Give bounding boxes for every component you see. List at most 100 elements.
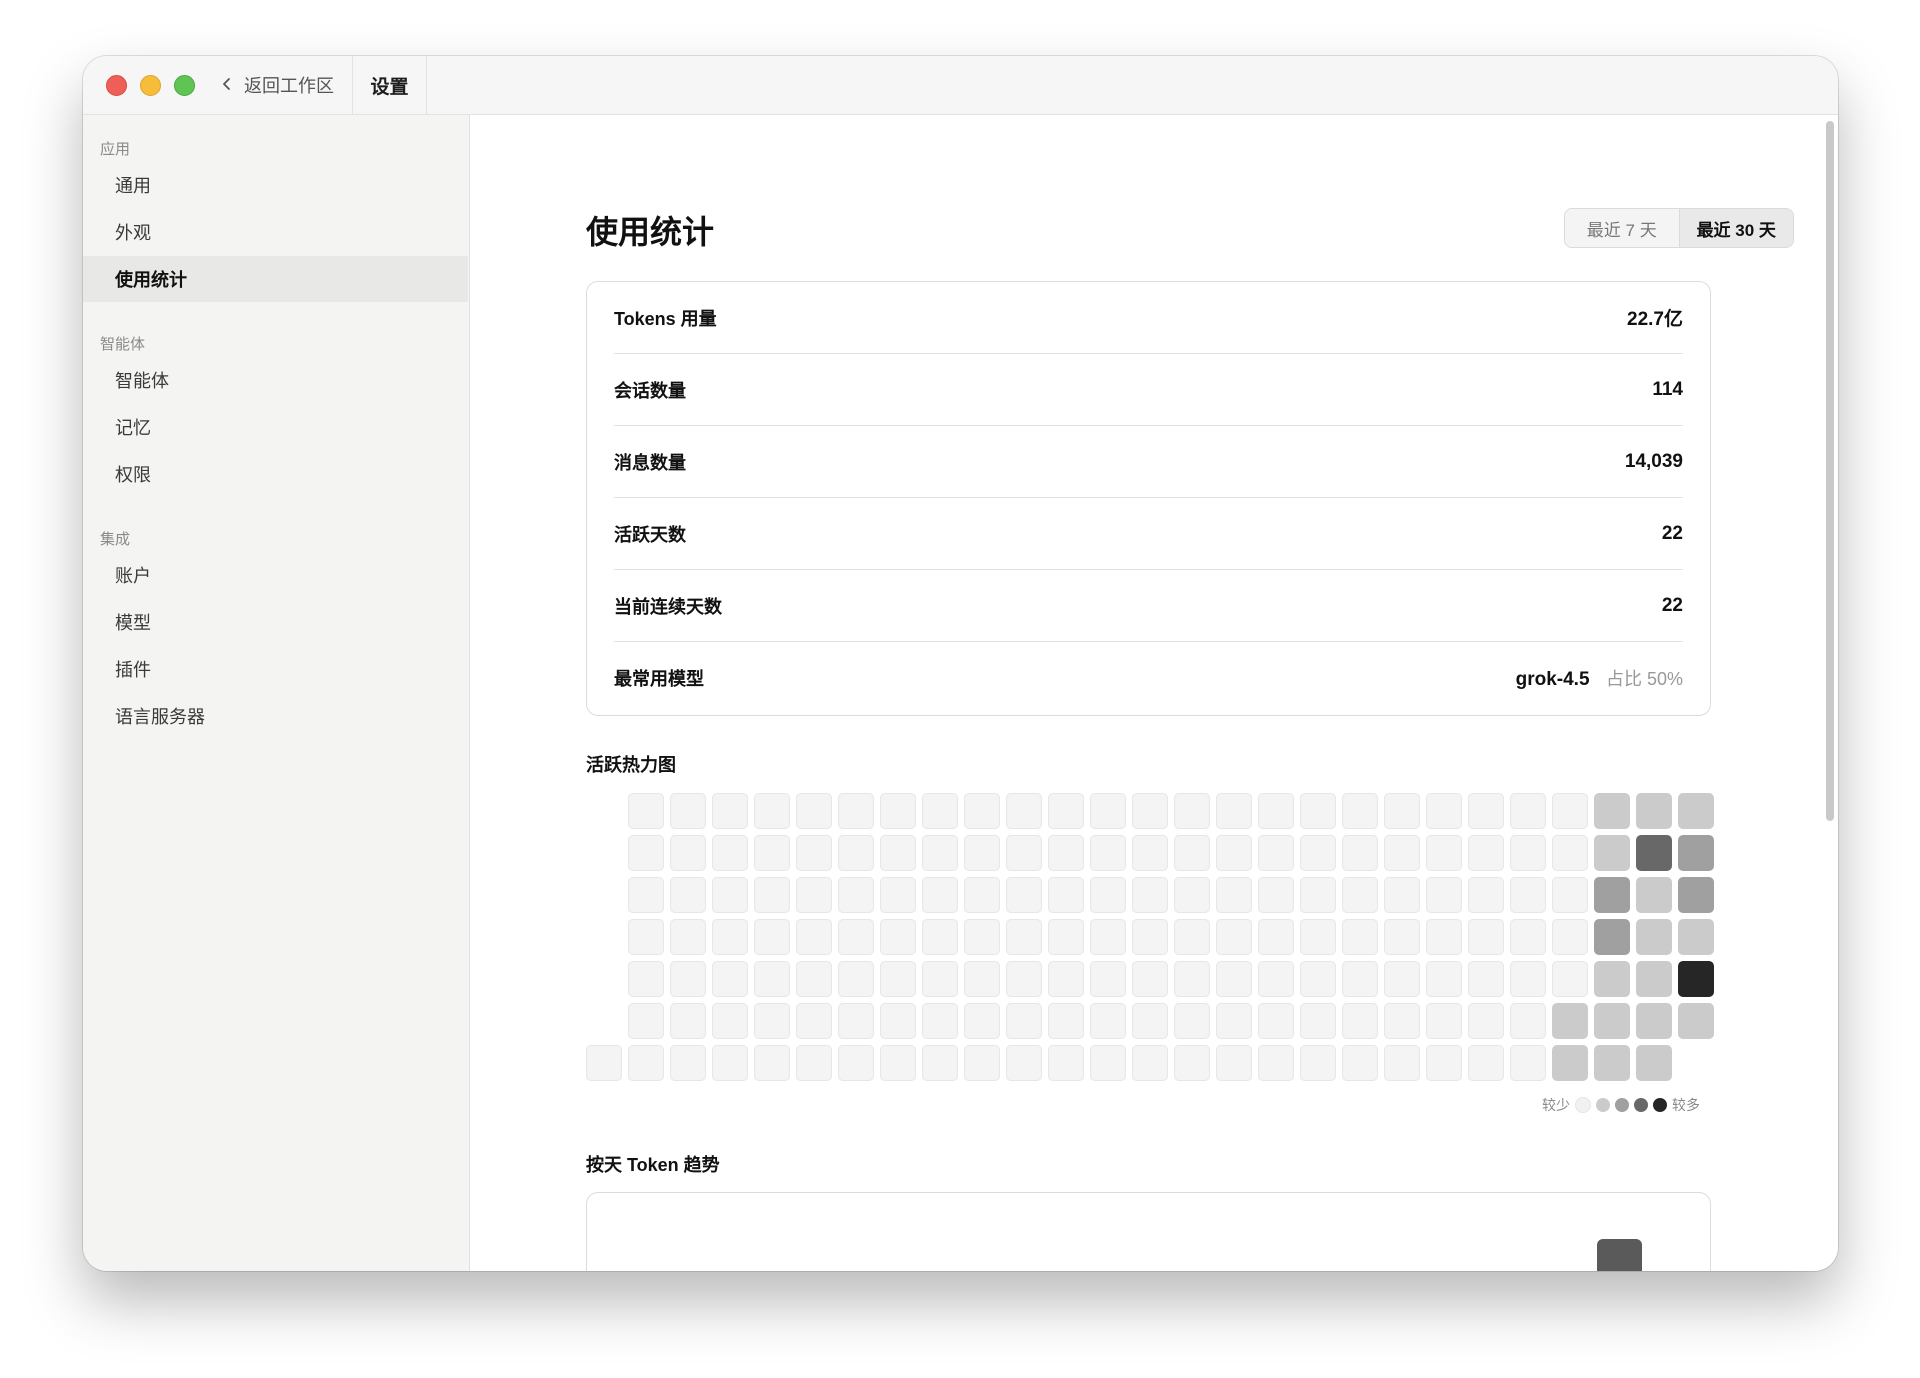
heatmap-cell[interactable]	[1300, 793, 1336, 829]
heatmap-cell[interactable]	[1678, 877, 1714, 913]
heatmap-cell[interactable]	[628, 961, 664, 997]
heatmap-cell[interactable]	[964, 919, 1000, 955]
heatmap-cell[interactable]	[670, 1003, 706, 1039]
heatmap-cell[interactable]	[1216, 919, 1252, 955]
heatmap-cell[interactable]	[1258, 1045, 1294, 1081]
heatmap-cell[interactable]	[1090, 919, 1126, 955]
heatmap-cell[interactable]	[922, 1003, 958, 1039]
heatmap-cell[interactable]	[1636, 919, 1672, 955]
heatmap-cell[interactable]	[922, 919, 958, 955]
heatmap-cell[interactable]	[1342, 835, 1378, 871]
heatmap-cell[interactable]	[796, 1045, 832, 1081]
heatmap-cell[interactable]	[1510, 919, 1546, 955]
heatmap-cell[interactable]	[1552, 877, 1588, 913]
heatmap-cell[interactable]	[922, 877, 958, 913]
sidebar-item-agents[interactable]: 智能体	[83, 357, 468, 403]
heatmap-cell[interactable]	[880, 961, 916, 997]
range-7-days[interactable]: 最近 7 天	[1565, 209, 1679, 247]
heatmap-cell[interactable]	[1048, 1045, 1084, 1081]
heatmap-cell[interactable]	[964, 961, 1000, 997]
heatmap-cell[interactable]	[796, 877, 832, 913]
heatmap-cell[interactable]	[1510, 961, 1546, 997]
heatmap-cell[interactable]	[628, 877, 664, 913]
heatmap-cell[interactable]	[1594, 919, 1630, 955]
heatmap-cell[interactable]	[964, 793, 1000, 829]
heatmap-cell[interactable]	[628, 793, 664, 829]
heatmap-cell[interactable]	[754, 793, 790, 829]
sidebar-item-general[interactable]: 通用	[83, 162, 468, 208]
heatmap-cell[interactable]	[1426, 835, 1462, 871]
heatmap-cell[interactable]	[1132, 961, 1168, 997]
sidebar-item-permissions[interactable]: 权限	[83, 451, 468, 497]
heatmap-cell[interactable]	[1132, 1003, 1168, 1039]
heatmap-cell[interactable]	[754, 835, 790, 871]
heatmap-cell[interactable]	[1300, 1003, 1336, 1039]
sidebar-item-models[interactable]: 模型	[83, 599, 468, 645]
sidebar-item-language-servers[interactable]: 语言服务器	[83, 693, 468, 739]
heatmap-cell[interactable]	[754, 919, 790, 955]
heatmap-cell[interactable]	[1510, 1045, 1546, 1081]
heatmap-cell[interactable]	[754, 877, 790, 913]
heatmap-cell[interactable]	[1426, 1003, 1462, 1039]
heatmap-cell[interactable]	[1006, 1045, 1042, 1081]
heatmap-cell[interactable]	[1342, 919, 1378, 955]
heatmap-cell[interactable]	[1342, 1045, 1378, 1081]
heatmap-cell[interactable]	[1426, 961, 1462, 997]
heatmap-cell[interactable]	[1384, 919, 1420, 955]
heatmap-cell[interactable]	[1636, 961, 1672, 997]
heatmap-cell[interactable]	[1468, 961, 1504, 997]
heatmap-cell[interactable]	[1594, 1045, 1630, 1081]
heatmap-cell[interactable]	[1090, 877, 1126, 913]
heatmap-cell[interactable]	[1468, 1045, 1504, 1081]
heatmap-cell[interactable]	[1426, 919, 1462, 955]
heatmap-cell[interactable]	[712, 919, 748, 955]
heatmap-cell[interactable]	[796, 1003, 832, 1039]
heatmap-cell[interactable]	[1510, 877, 1546, 913]
heatmap-cell[interactable]	[1636, 793, 1672, 829]
heatmap-cell[interactable]	[1678, 961, 1714, 997]
heatmap-cell[interactable]	[1468, 793, 1504, 829]
heatmap-cell[interactable]	[1258, 835, 1294, 871]
heatmap-cell[interactable]	[1594, 877, 1630, 913]
heatmap-cell[interactable]	[1258, 793, 1294, 829]
heatmap-cell[interactable]	[670, 919, 706, 955]
heatmap-cell[interactable]	[964, 877, 1000, 913]
heatmap-cell[interactable]	[1006, 877, 1042, 913]
heatmap-cell[interactable]	[1636, 1003, 1672, 1039]
heatmap-cell[interactable]	[1048, 1003, 1084, 1039]
heatmap-cell[interactable]	[1258, 961, 1294, 997]
heatmap-cell[interactable]	[838, 835, 874, 871]
heatmap-cell[interactable]	[1258, 877, 1294, 913]
heatmap-cell[interactable]	[1006, 1003, 1042, 1039]
heatmap-cell[interactable]	[922, 793, 958, 829]
heatmap-cell[interactable]	[1048, 919, 1084, 955]
heatmap-cell[interactable]	[628, 1045, 664, 1081]
heatmap-cell[interactable]	[1090, 1003, 1126, 1039]
heatmap-cell[interactable]	[1636, 1045, 1672, 1081]
range-30-days[interactable]: 最近 30 天	[1678, 209, 1793, 247]
heatmap-cell[interactable]	[712, 1045, 748, 1081]
heatmap-cell[interactable]	[796, 919, 832, 955]
heatmap-cell[interactable]	[1678, 1003, 1714, 1039]
heatmap-cell[interactable]	[1342, 1003, 1378, 1039]
heatmap-cell[interactable]	[796, 793, 832, 829]
heatmap-cell[interactable]	[1384, 835, 1420, 871]
heatmap-cell[interactable]	[838, 961, 874, 997]
heatmap-cell[interactable]	[1552, 961, 1588, 997]
heatmap-cell[interactable]	[796, 835, 832, 871]
heatmap-cell[interactable]	[1510, 793, 1546, 829]
back-to-workspace-button[interactable]: 返回工作区	[220, 56, 355, 114]
heatmap-cell[interactable]	[1300, 835, 1336, 871]
heatmap-cell[interactable]	[1048, 793, 1084, 829]
heatmap-cell[interactable]	[1174, 1003, 1210, 1039]
sidebar-item-memory[interactable]: 记忆	[83, 404, 468, 450]
heatmap-cell[interactable]	[1426, 1045, 1462, 1081]
heatmap-cell[interactable]	[1300, 877, 1336, 913]
heatmap-cell[interactable]	[1636, 835, 1672, 871]
heatmap-cell[interactable]	[754, 1045, 790, 1081]
heatmap-cell[interactable]	[1468, 919, 1504, 955]
heatmap-cell[interactable]	[670, 1045, 706, 1081]
heatmap-cell[interactable]	[712, 877, 748, 913]
heatmap-cell[interactable]	[1216, 961, 1252, 997]
heatmap-cell[interactable]	[1090, 835, 1126, 871]
